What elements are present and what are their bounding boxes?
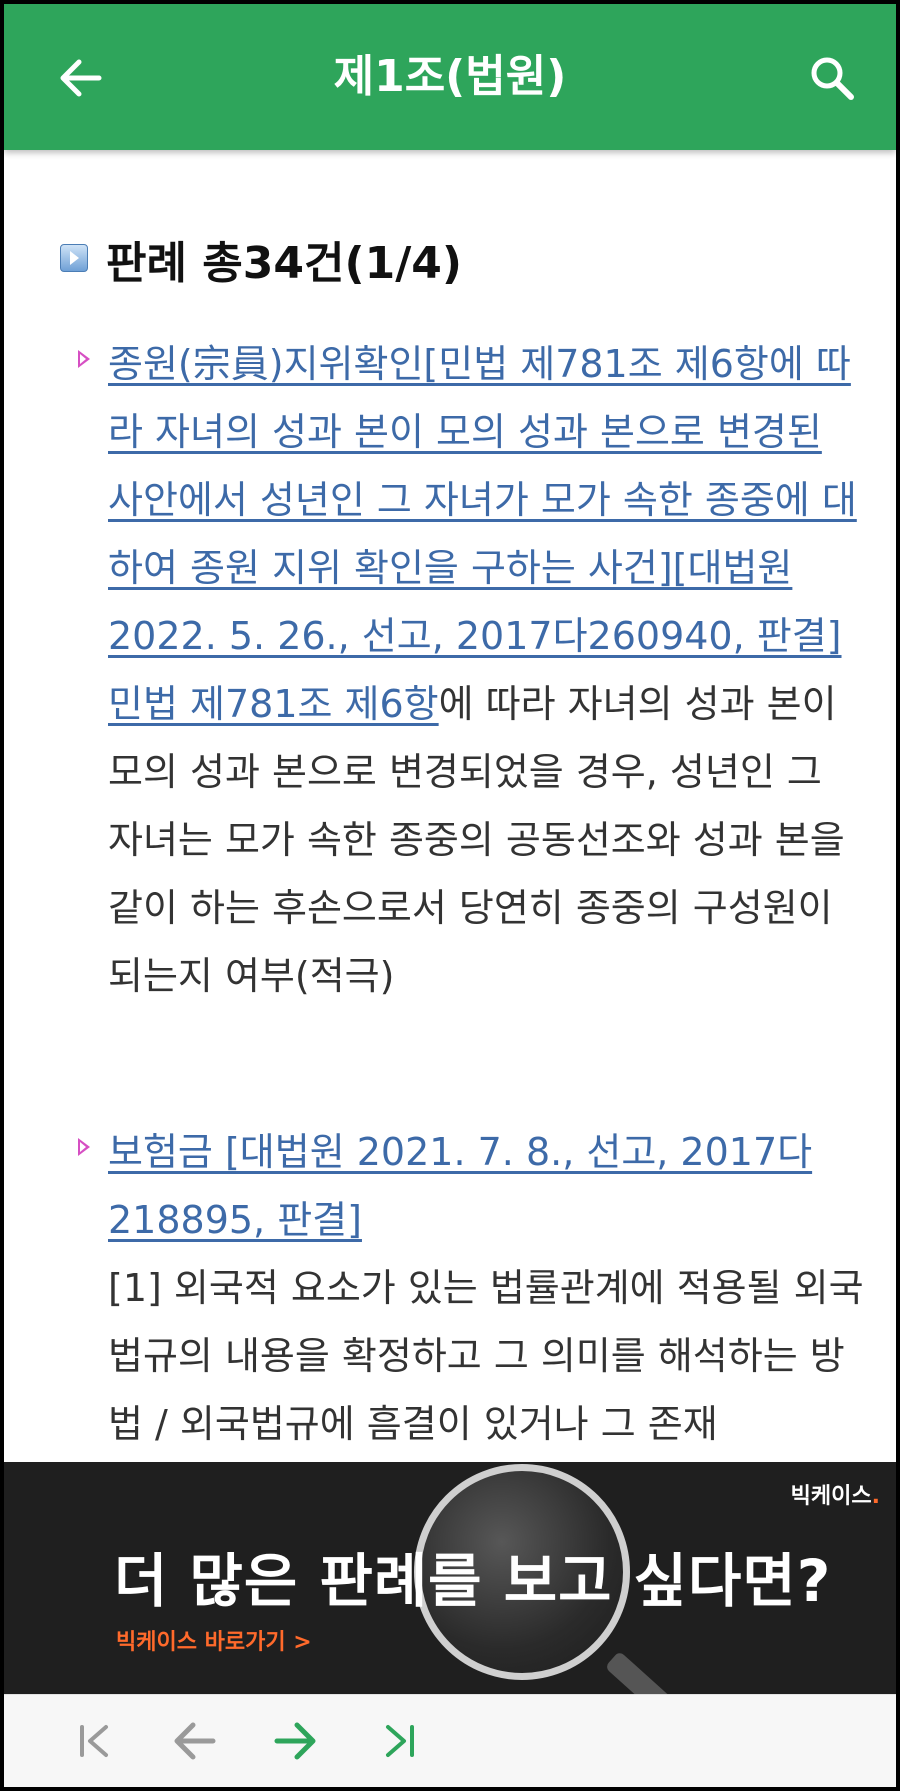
content-area[interactable]: 판례 총34건(1/4) 종원(宗員)지위확인[민법 제781조 제6항에 따라… — [4, 150, 896, 1462]
last-page-icon — [386, 1725, 414, 1757]
ad-banner[interactable]: 빅케이스. 더 많은 판례를 보고 싶다면? 빅케이스 바로가기 > — [4, 1462, 896, 1694]
case-summary-text: 에 따라 자녀의 성과 본이 모의 성과 본으로 변경되었을 경우, 성년인 그… — [108, 682, 845, 998]
case-title-link[interactable]: 종원(宗員)지위확인[민법 제781조 제6항에 따라 자녀의 성과 본이 모의… — [108, 330, 868, 670]
section-heading: 판례 총34건(1/4) — [60, 234, 462, 294]
case-count-heading: 판례 총34건(1/4) — [106, 238, 462, 289]
app-frame: 제1조(법원) 판례 총34건(1/4) 종원(宗員)지위확인[민법 제781조… — [4, 4, 896, 1787]
first-page-icon — [80, 1725, 108, 1757]
last-page-button[interactable] — [370, 1713, 430, 1769]
search-button[interactable] — [804, 50, 860, 106]
section-bullet-icon — [60, 244, 88, 272]
case-title-link[interactable]: 보험금 [대법원 2021. 7. 8., 선고, 2017다218895, 판… — [108, 1118, 868, 1254]
arrow-right-icon — [274, 1722, 316, 1760]
search-icon — [811, 57, 854, 100]
arrow-left-icon — [174, 1722, 216, 1760]
banner-cta[interactable]: 빅케이스 바로가기 > — [116, 1624, 312, 1656]
case-summary: [1] 외국적 요소가 있는 법률관계에 적용될 외국법규의 내용을 확정하고 … — [108, 1266, 864, 1446]
banner-brand: 빅케이스. — [790, 1484, 880, 1509]
statute-link[interactable]: 민법 제781조 제6항 — [108, 682, 439, 726]
app-bar: 제1조(법원) — [4, 4, 896, 150]
page-title: 제1조(법원) — [333, 51, 567, 102]
triangle-bullet-icon — [78, 350, 90, 368]
case-item: 종원(宗員)지위확인[민법 제781조 제6항에 따라 자녀의 성과 본이 모의… — [78, 330, 868, 1010]
case-summary: 민법 제781조 제6항에 따라 자녀의 성과 본이 모의 성과 본으로 변경되… — [108, 670, 868, 1010]
bottom-nav — [4, 1694, 896, 1787]
banner-headline: 더 많은 판례를 보고 싶다면? — [114, 1547, 832, 1615]
next-page-button[interactable] — [266, 1713, 326, 1769]
prev-page-button[interactable] — [164, 1713, 224, 1769]
magnifier-handle — [604, 1650, 672, 1694]
case-item: 보험금 [대법원 2021. 7. 8., 선고, 2017다218895, 판… — [78, 1118, 868, 1458]
triangle-bullet-icon — [78, 1138, 90, 1156]
first-page-button[interactable] — [64, 1713, 124, 1769]
